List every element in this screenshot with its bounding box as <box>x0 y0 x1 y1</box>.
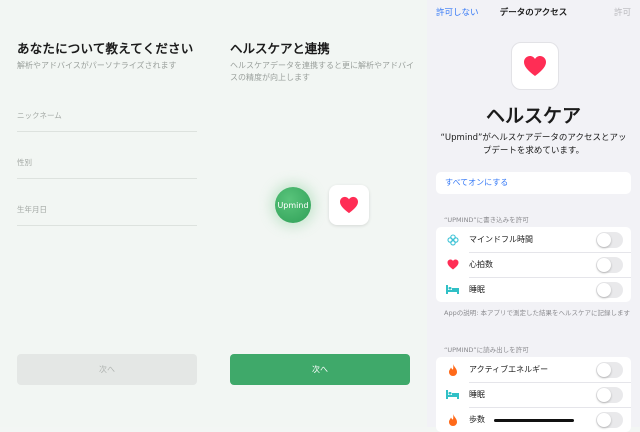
access-description: “Upmind”がヘルスケアデータのアクセスとアップデートを求めています。 <box>440 133 627 156</box>
permission-label: 心拍数 <box>469 260 493 269</box>
health-access-sheet: 許可しない データのアクセス 許可 ヘルスケア “Upmind”がヘルスケアデー… <box>427 0 640 432</box>
flame-icon <box>436 413 469 426</box>
turn-all-on-button[interactable]: すべてオンにする <box>436 172 631 194</box>
home-indicator <box>494 419 574 422</box>
heart-icon <box>436 259 469 270</box>
page-title: ヘルスケアと連携 <box>230 41 330 56</box>
heart-icon <box>524 56 546 76</box>
page-subtitle: 解析やアドバイスがパーソナライズされます <box>17 61 177 70</box>
heart-icon <box>340 196 358 214</box>
page-subtitle: ヘルスケアデータを連携すると更に解析やアドバイスの精度が向上します <box>230 61 414 82</box>
upmind-logo: Upmind <box>275 187 311 223</box>
permission-label: 睡眠 <box>469 285 485 294</box>
sheet-title: データのアクセス <box>499 8 568 18</box>
health-app-icon <box>511 42 559 90</box>
write-permissions-list: マインドフル時間 心拍数 睡眠 <box>436 227 631 302</box>
permission-toggle[interactable] <box>596 256 623 273</box>
nickname-placeholder: ニックネーム <box>17 111 62 120</box>
birthdate-placeholder: 生年月日 <box>17 205 47 214</box>
write-section-label: “UPMIND”に書き込みを許可 <box>444 216 529 224</box>
permission-label: 睡眠 <box>469 390 485 399</box>
bed-icon <box>436 390 469 399</box>
page-title: あなたについて教えてください <box>17 41 194 56</box>
permission-row-heart-rate[interactable]: 心拍数 <box>436 252 631 277</box>
mindfulness-icon <box>436 233 469 246</box>
bed-icon <box>436 285 469 294</box>
health-app-logo <box>329 185 369 225</box>
healthcare-link-panel: ヘルスケアと連携 ヘルスケアデータを連携すると更に解析やアドバイスの精度が向上し… <box>213 0 427 427</box>
read-section-label: “UPMIND”に読み出しを許可 <box>444 346 529 354</box>
permission-label: アクティブエネルギー <box>469 365 549 374</box>
permission-toggle[interactable] <box>596 386 623 403</box>
profile-panel: あなたについて教えてください 解析やアドバイスがパーソナライズされます ニックネ… <box>0 0 213 427</box>
permission-toggle[interactable] <box>596 411 623 428</box>
permission-row-active-energy[interactable]: アクティブエネルギー <box>436 357 631 382</box>
permission-row-sleep[interactable]: 睡眠 <box>436 277 631 302</box>
permission-row-mindful[interactable]: マインドフル時間 <box>436 227 631 252</box>
gender-placeholder: 性別 <box>17 158 32 167</box>
sheet-navbar: 許可しない データのアクセス 許可 <box>427 0 640 24</box>
permission-toggle[interactable] <box>596 361 623 378</box>
allow-button[interactable]: 許可 <box>614 6 631 18</box>
nickname-field[interactable]: ニックネーム <box>17 105 197 132</box>
permission-toggle[interactable] <box>596 231 623 248</box>
app-description-note: Appの説明: 本アプリで測定した結果をヘルスケアに記録します <box>444 309 630 317</box>
permission-toggle[interactable] <box>596 281 623 298</box>
health-app-name: ヘルスケア <box>485 105 581 127</box>
permission-label: マインドフル時間 <box>469 235 533 244</box>
permission-row-sleep-read[interactable]: 睡眠 <box>436 382 631 407</box>
next-button-disabled[interactable]: 次へ <box>17 354 197 385</box>
gender-field[interactable]: 性別 <box>17 152 197 179</box>
next-button[interactable]: 次へ <box>230 354 410 385</box>
birthdate-field[interactable]: 生年月日 <box>17 199 197 226</box>
flame-icon <box>436 363 469 376</box>
